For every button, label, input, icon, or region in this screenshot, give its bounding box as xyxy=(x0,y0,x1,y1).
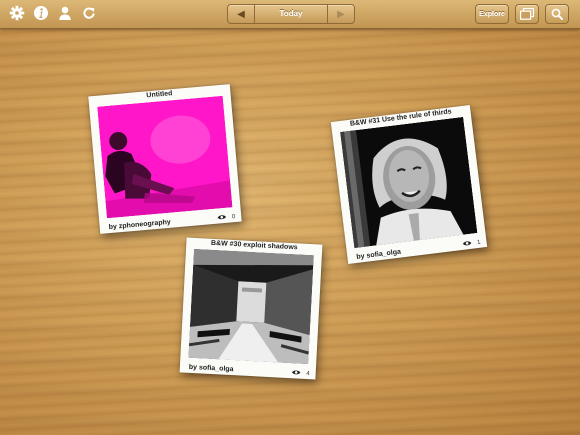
person-icon[interactable] xyxy=(57,5,73,21)
view-count: 0 xyxy=(231,214,236,221)
gallery-icon xyxy=(520,8,534,20)
photo-image[interactable] xyxy=(340,116,478,249)
photo-card[interactable]: Untitled by zphoneography 0 xyxy=(88,84,242,234)
eye-icon xyxy=(292,370,301,375)
photo-author[interactable]: by sofia_olga xyxy=(189,364,234,373)
next-day-button[interactable]: ▶ xyxy=(327,5,354,23)
refresh-icon[interactable] xyxy=(81,5,97,21)
date-label[interactable]: Today xyxy=(255,5,327,23)
eye-icon xyxy=(217,215,226,220)
explore-button[interactable]: Explore xyxy=(475,4,509,24)
eye-icon xyxy=(462,241,472,246)
gallery-button[interactable] xyxy=(515,4,539,24)
info-icon[interactable] xyxy=(33,5,49,21)
photo-image[interactable] xyxy=(97,95,233,219)
photo-author[interactable]: by zphoneography xyxy=(108,219,171,231)
photo-author[interactable]: by sofia_olga xyxy=(356,249,401,261)
date-navigator: ◀ Today ▶ xyxy=(227,4,355,24)
photo-card[interactable]: B&W #31 Use the rule of thirds by sofia_… xyxy=(330,105,488,264)
search-icon xyxy=(551,8,563,20)
search-button[interactable] xyxy=(545,4,569,24)
view-count: 4 xyxy=(306,370,310,378)
photo-card[interactable]: B&W #30 exploit shadows by sofia_olga 4 xyxy=(179,237,323,380)
top-toolbar: ◀ Today ▶ Explore xyxy=(0,0,580,29)
photo-image[interactable] xyxy=(188,248,314,365)
gear-icon[interactable] xyxy=(9,5,25,21)
view-count: 1 xyxy=(476,239,481,247)
previous-day-button[interactable]: ◀ xyxy=(228,5,255,23)
